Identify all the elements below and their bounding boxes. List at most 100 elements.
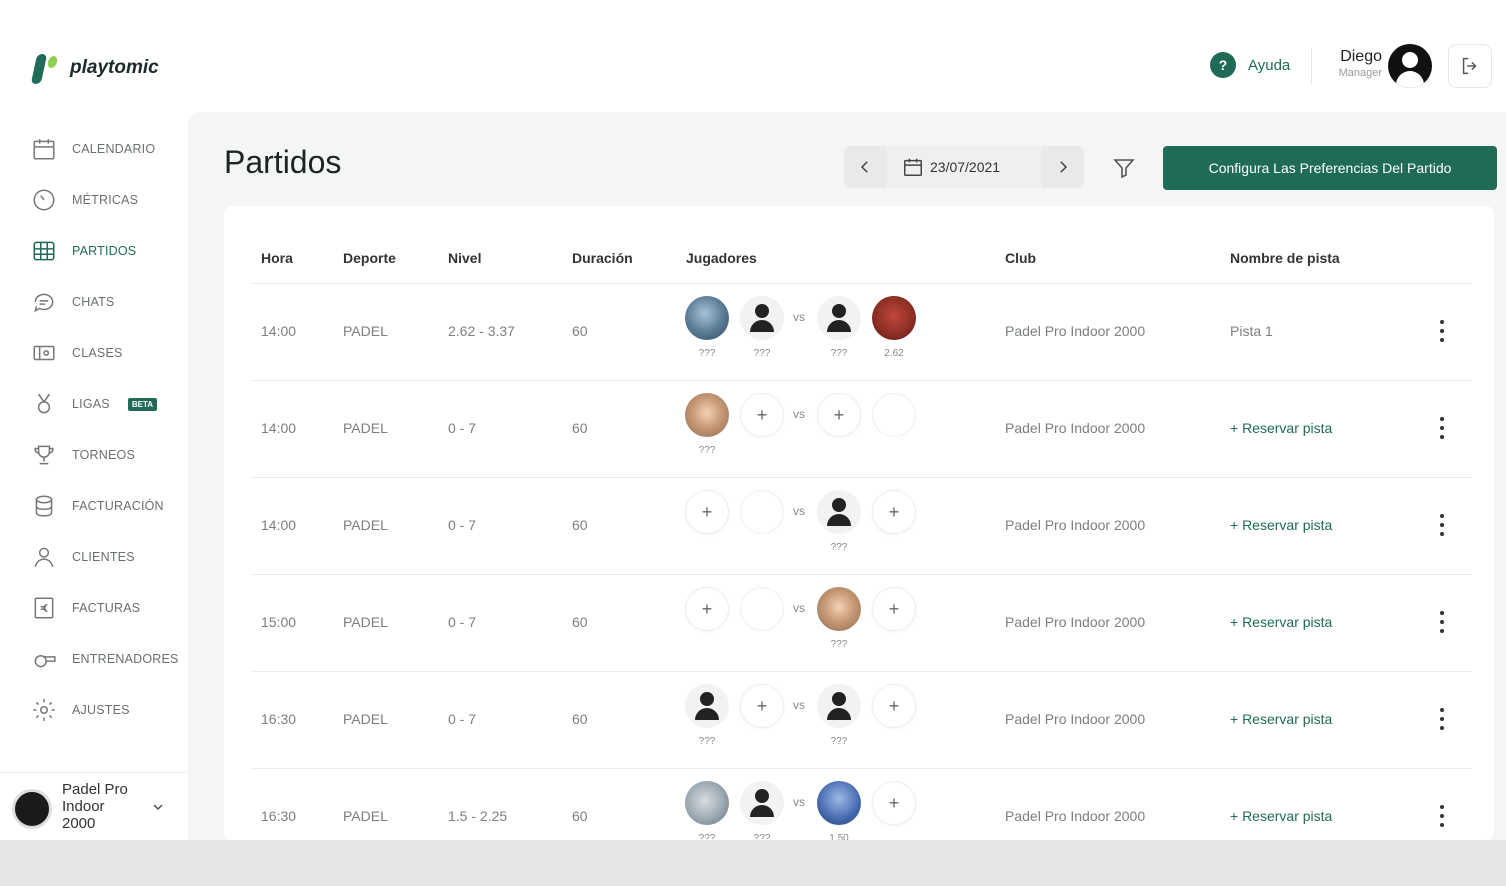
col-header-deporte[interactable]: Deporte — [343, 250, 396, 266]
sidebar-item-label: FACTURAS — [72, 601, 141, 615]
player-avatar[interactable] — [817, 684, 861, 728]
chevron-left-icon — [860, 161, 868, 173]
add-player-button[interactable]: + — [740, 393, 784, 437]
add-player-button[interactable]: + — [872, 684, 916, 728]
col-header-pista[interactable]: Nombre de pista — [1230, 250, 1340, 266]
add-player-button[interactable]: + — [685, 490, 729, 534]
user-info[interactable]: Diego Manager — [1326, 48, 1382, 79]
empty-player-slot[interactable] — [740, 490, 784, 534]
player-level-label: ??? — [830, 542, 848, 553]
player-avatar[interactable] — [740, 781, 784, 825]
player-avatar[interactable] — [817, 587, 861, 631]
add-player-button[interactable]: + — [740, 684, 784, 728]
sidebar-item-ajustes[interactable]: AJUSTES — [30, 695, 130, 725]
empty-player-slot[interactable] — [740, 587, 784, 631]
sidebar-item-clases[interactable]: CLASES — [30, 338, 123, 368]
logout-button[interactable] — [1448, 44, 1492, 88]
player-avatar[interactable] — [740, 296, 784, 340]
col-header-jugadores[interactable]: Jugadores — [686, 250, 757, 266]
user-avatar[interactable] — [1388, 44, 1432, 88]
player-avatar[interactable] — [685, 781, 729, 825]
cell-hora: 16:30 — [261, 808, 297, 824]
sidebar-item-clientes[interactable]: CLIENTES — [30, 542, 135, 572]
player-avatar[interactable] — [685, 296, 729, 340]
cell-hora: 15:00 — [261, 614, 297, 630]
cell-club: Padel Pro Indoor 2000 — [1005, 323, 1146, 339]
grid-icon — [30, 237, 58, 265]
col-header-hora[interactable]: Hora — [261, 250, 293, 266]
match-preferences-button[interactable]: Configura Las Preferencias Del Partido — [1163, 146, 1497, 190]
sidebar-item-torneos[interactable]: TORNEOS — [30, 440, 135, 470]
sidebar-item-metricas[interactable]: MÉTRICAS — [30, 185, 138, 215]
chevron-right-icon — [1060, 161, 1068, 173]
playtomic-logo[interactable]: playtomic — [30, 50, 159, 86]
player-avatar[interactable] — [817, 781, 861, 825]
row-menu-icon[interactable] — [1438, 708, 1446, 730]
date-selector: 23/07/2021 — [844, 146, 1084, 188]
row-menu-icon[interactable] — [1438, 805, 1446, 827]
club-name: Padel Pro Indoor 2000 — [62, 781, 128, 832]
col-header-duracion[interactable]: Duración — [572, 250, 633, 266]
add-player-button[interactable]: + — [872, 490, 916, 534]
col-header-club[interactable]: Club — [1005, 250, 1036, 266]
empty-player-slot[interactable] — [872, 393, 916, 437]
filter-icon — [1113, 159, 1135, 179]
user-role: Manager — [1338, 67, 1382, 79]
add-player-button[interactable]: + — [872, 781, 916, 825]
cell-nivel: 0 - 7 — [448, 420, 477, 436]
help-link[interactable]: ? Ayuda — [1210, 52, 1290, 78]
player-avatar[interactable] — [872, 296, 916, 340]
sidebar-item-facturas[interactable]: FACTURAS — [30, 593, 140, 623]
row-menu-icon[interactable] — [1438, 320, 1446, 342]
club-switcher[interactable]: Padel Pro Indoor 2000 — [0, 772, 188, 840]
cell-nivel: 0 - 7 — [448, 711, 477, 727]
cell-duracion: 60 — [572, 323, 588, 339]
previous-day-button[interactable] — [844, 146, 886, 188]
next-day-button[interactable] — [1042, 146, 1084, 188]
date-picker[interactable]: 23/07/2021 — [902, 156, 1000, 178]
sidebar-item-label: MÉTRICAS — [72, 193, 139, 207]
row-divider — [250, 768, 1472, 769]
cell-duracion: 60 — [572, 711, 588, 727]
sidebar-item-partidos[interactable]: PARTIDOS — [30, 236, 136, 266]
row-divider — [250, 283, 1472, 284]
cell-deporte: PADEL — [343, 711, 388, 727]
add-player-button[interactable]: + — [872, 587, 916, 631]
user-name: Diego — [1340, 48, 1382, 65]
row-menu-icon[interactable] — [1438, 514, 1446, 536]
vs-label: vs — [793, 601, 805, 615]
sidebar-item-label: PARTIDOS — [72, 244, 137, 258]
sidebar-item-label: LIGAS — [72, 397, 110, 411]
player-level-label: ??? — [698, 348, 716, 359]
sidebar-item-facturacion[interactable]: FACTURACIÓN — [30, 491, 164, 521]
book-court-link[interactable]: + Reservar pista — [1230, 614, 1332, 630]
sidebar-item-label: FACTURACIÓN — [72, 499, 164, 513]
player-avatar[interactable] — [817, 490, 861, 534]
book-court-link[interactable]: + Reservar pista — [1230, 517, 1332, 533]
ticket-icon — [30, 339, 58, 367]
logout-icon — [1462, 57, 1477, 75]
player-level-label: 2.62 — [884, 348, 904, 359]
cell-club: Padel Pro Indoor 2000 — [1005, 517, 1146, 533]
sidebar-item-label: ENTRENADORES — [72, 652, 179, 666]
player-avatar[interactable] — [685, 393, 729, 437]
cell-deporte: PADEL — [343, 420, 388, 436]
club-logo — [12, 789, 52, 829]
book-court-link[interactable]: + Reservar pista — [1230, 711, 1332, 727]
add-player-button[interactable]: + — [817, 393, 861, 437]
sidebar-item-ligas[interactable]: LIGAS BETA — [30, 389, 158, 419]
vs-label: vs — [793, 795, 805, 809]
row-menu-icon[interactable] — [1438, 417, 1446, 439]
book-court-link[interactable]: + Reservar pista — [1230, 808, 1332, 824]
book-court-link[interactable]: + Reservar pista — [1230, 420, 1332, 436]
player-avatar[interactable] — [817, 296, 861, 340]
player-avatar[interactable] — [685, 684, 729, 728]
sidebar-item-chats[interactable]: CHATS — [30, 287, 114, 317]
add-player-button[interactable]: + — [685, 587, 729, 631]
col-header-nivel[interactable]: Nivel — [448, 250, 481, 266]
filter-button[interactable] — [1106, 150, 1142, 186]
trophy-icon — [30, 441, 58, 469]
vs-label: vs — [793, 407, 805, 421]
row-menu-icon[interactable] — [1438, 611, 1446, 633]
sidebar-item-calendario[interactable]: CALENDARIO — [30, 134, 155, 164]
